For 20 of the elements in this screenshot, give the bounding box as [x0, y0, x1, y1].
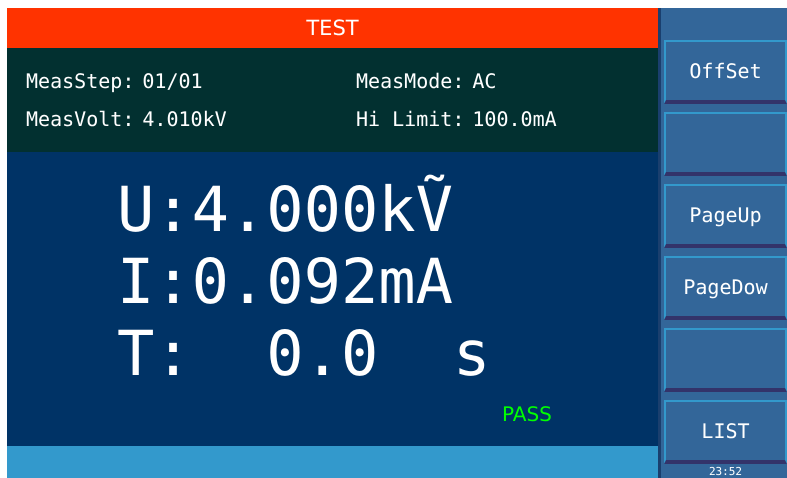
field-label: MeasMode: [356, 69, 464, 93]
clock-time: 23:52 [708, 466, 744, 478]
field-value: 01/01 [142, 69, 203, 93]
field-value: AC [472, 69, 496, 93]
softkey-button[interactable]: PageUp [664, 184, 787, 248]
blank-softkey-button[interactable] [664, 328, 787, 392]
result-status: PASS [502, 402, 552, 426]
field-label: MeasVolt: [26, 107, 134, 131]
softkey-button[interactable]: OffSet [664, 40, 787, 104]
blank-softkey-button[interactable] [664, 112, 787, 176]
reading-value: T: 0.0 s [117, 318, 490, 390]
softkey-button[interactable]: PageDow [664, 256, 787, 320]
title-bar: TEST [7, 8, 658, 48]
softkey-button[interactable]: LIST [664, 400, 787, 464]
reading-value: I:0.092mA [117, 246, 453, 318]
field-value: 100.0mA [472, 107, 557, 131]
field-label: MeasStep: [26, 69, 134, 93]
field-value: 4.010kV [142, 107, 227, 131]
reading-value: U:4.000kṼ [117, 174, 453, 246]
field-label: Hi Limit: [356, 107, 464, 131]
